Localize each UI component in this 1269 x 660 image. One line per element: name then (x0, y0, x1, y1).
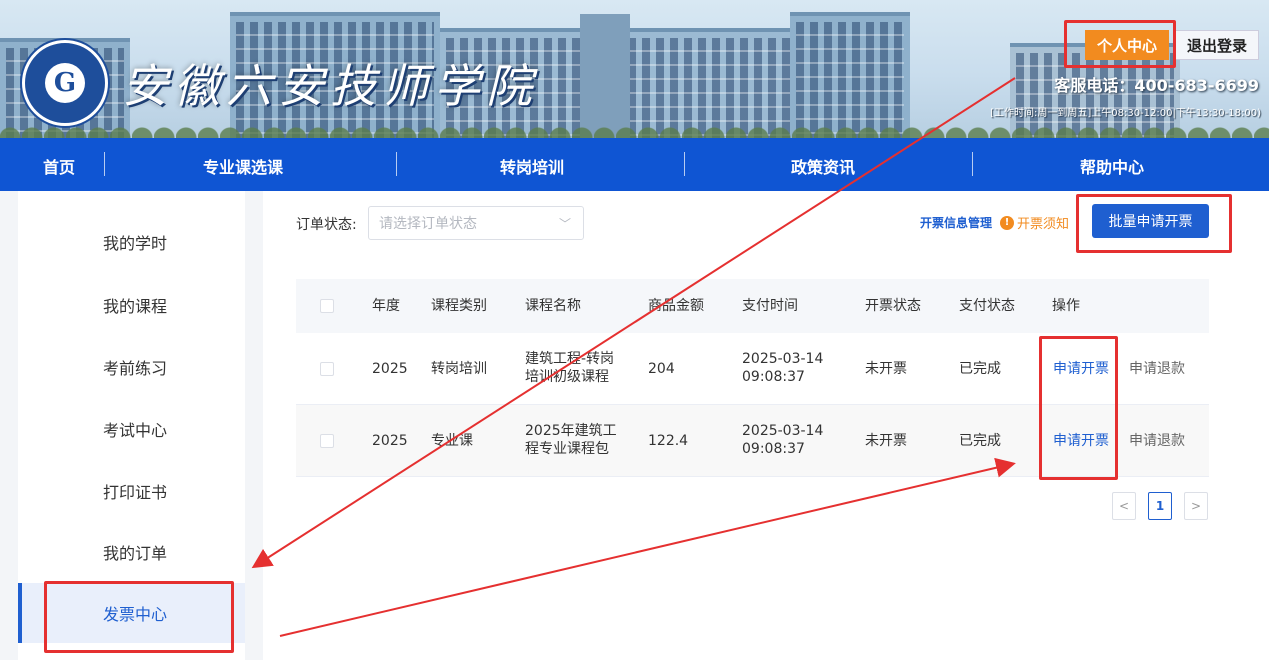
nav-course-selection[interactable]: 专业课选课 (203, 154, 283, 178)
column-header: 支付状态 (959, 298, 1015, 314)
sidebar-item-practice[interactable]: 考前练习 (18, 337, 245, 397)
nav-help-center[interactable]: 帮助中心 (1080, 154, 1144, 178)
row-checkbox[interactable] (320, 362, 334, 376)
column-header: 开票状态 (865, 298, 921, 314)
invoice-notice-label: 开票须知 (1017, 217, 1070, 232)
cell-pay-status: 已完成 (959, 361, 1001, 377)
select-all-checkbox[interactable] (320, 299, 334, 313)
sidebar-item-my-hours[interactable]: 我的学时 (18, 212, 245, 272)
cell-pay-time: 2025-03-14 09:08:37 (742, 351, 824, 385)
column-header: 支付时间 (742, 298, 798, 314)
pagination-next[interactable]: > (1184, 492, 1208, 520)
school-name: 安徽六安技师学院 (122, 59, 538, 113)
sidebar-item-print-certificate[interactable]: 打印证书 (18, 461, 245, 521)
work-time: [工作时间:周一到周五]上午08:30-12:00|下午13:30-18:00) (990, 108, 1261, 119)
sidebar-item-my-courses[interactable]: 我的课程 (18, 275, 245, 335)
column-header: 年度 (372, 298, 400, 314)
row-checkbox[interactable] (320, 434, 334, 448)
logo-emblem-icon: G (53, 68, 77, 98)
main-nav: 首页 专业课选课 转岗培训 政策资讯 帮助中心 (0, 138, 1269, 191)
cell-amount: 122.4 (648, 433, 689, 449)
apply-refund-link[interactable]: 申请退款 (1129, 432, 1185, 450)
cell-course-name: 建筑工程-转岗 培训初级课程 (525, 351, 615, 385)
cell-course-name: 2025年建筑工 程专业课程包 (525, 423, 617, 457)
column-header: 操作 (1052, 298, 1080, 314)
invoice-notice-link[interactable]: ! 开票须知 (1000, 213, 1069, 232)
nav-home[interactable]: 首页 (43, 154, 75, 178)
logout-button[interactable]: 退出登录 (1175, 30, 1259, 60)
sidebar-item-my-orders[interactable]: 我的订单 (18, 522, 245, 582)
order-status-label: 订单状态: (296, 217, 357, 233)
nav-policy-news[interactable]: 政策资讯 (791, 154, 855, 178)
table-header: 年度 课程类别 课程名称 商品金额 支付时间 开票状态 支付状态 操作 (296, 279, 1209, 333)
cell-invoice-status: 未开票 (865, 433, 907, 449)
cell-amount: 204 (648, 361, 675, 377)
annotation-box-batch-invoice (1076, 194, 1232, 253)
sidebar-item-exam-center[interactable]: 考试中心 (18, 399, 245, 459)
annotation-box-apply-invoice (1039, 336, 1118, 480)
cell-year: 2025 (372, 361, 408, 377)
cell-category: 转岗培训 (431, 361, 487, 377)
column-header: 商品金额 (648, 298, 704, 314)
warning-icon: ! (1000, 215, 1014, 230)
column-header: 课程类别 (431, 298, 487, 314)
apply-refund-link[interactable]: 申请退款 (1129, 360, 1185, 378)
school-logo: G (22, 40, 108, 126)
order-status-placeholder: 请选择订单状态 (379, 216, 477, 232)
chevron-down-icon: ﹀ (558, 217, 571, 231)
invoice-info-management-link[interactable]: 开票信息管理 (920, 214, 992, 231)
cell-invoice-status: 未开票 (865, 361, 907, 377)
cell-year: 2025 (372, 433, 408, 449)
pagination-page-current[interactable]: 1 (1148, 492, 1172, 520)
column-header: 课程名称 (525, 298, 581, 314)
annotation-box-invoice-center (44, 581, 234, 653)
nav-transfer-training[interactable]: 转岗培训 (500, 154, 564, 178)
annotation-box-personal-center (1064, 20, 1176, 68)
pagination-prev[interactable]: < (1112, 492, 1136, 520)
service-hotline: 客服电话：400-683-6699 (1054, 76, 1259, 95)
cell-category: 专业课 (431, 433, 473, 449)
cell-pay-time: 2025-03-14 09:08:37 (742, 423, 824, 457)
cell-pay-status: 已完成 (959, 433, 1001, 449)
order-status-select[interactable]: 请选择订单状态 ﹀ (368, 206, 584, 240)
